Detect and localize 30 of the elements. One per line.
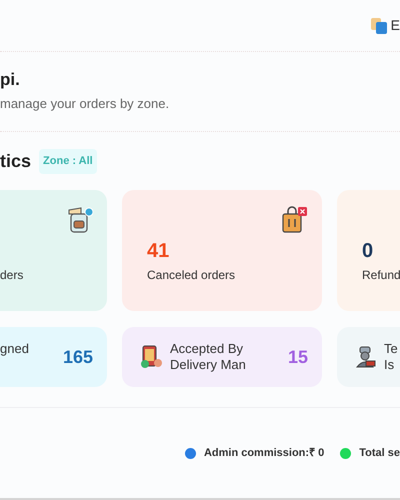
order-stat-card[interactable]: 0 Refund: [337, 190, 400, 311]
order-label: Refund: [362, 267, 400, 284]
greeting-title: pi.: [0, 70, 21, 90]
order-stat-card[interactable]: ders: [0, 190, 107, 311]
order-stat-card[interactable]: 41 Canceled orders: [122, 190, 322, 311]
order-count: 41: [147, 240, 170, 262]
status-count: 15: [288, 346, 308, 368]
status-label: Is: [384, 357, 396, 373]
legend-label: Total se: [359, 446, 400, 461]
food-bag-icon: [280, 206, 308, 234]
zone-badge: Zone : All: [39, 149, 97, 174]
language-label[interactable]: E: [390, 15, 400, 36]
order-count: 0: [362, 240, 374, 262]
status-label: Delivery Man: [170, 357, 247, 373]
translate-icon[interactable]: [370, 18, 387, 34]
status-card[interactable]: Te Is: [337, 327, 400, 387]
cook-icon: [354, 346, 376, 368]
greeting-subtitle: manage your orders by zone.: [0, 94, 170, 113]
legend-label: Admin commission:₹ 0: [204, 446, 324, 461]
food-bag-icon: [67, 206, 93, 234]
order-label: ders: [0, 267, 24, 284]
status-label: gned: [0, 341, 30, 357]
status-count: 165: [62, 346, 93, 368]
status-label: Accepted By: [170, 341, 244, 357]
status-label: Te: [384, 341, 399, 357]
order-label: Canceled orders: [147, 267, 236, 284]
status-card[interactable]: Accepted By Delivery Man 15: [122, 327, 322, 387]
phone-icon: [140, 345, 162, 369]
statistics-title: tics: [0, 150, 32, 173]
status-card[interactable]: gned 165: [0, 327, 107, 387]
